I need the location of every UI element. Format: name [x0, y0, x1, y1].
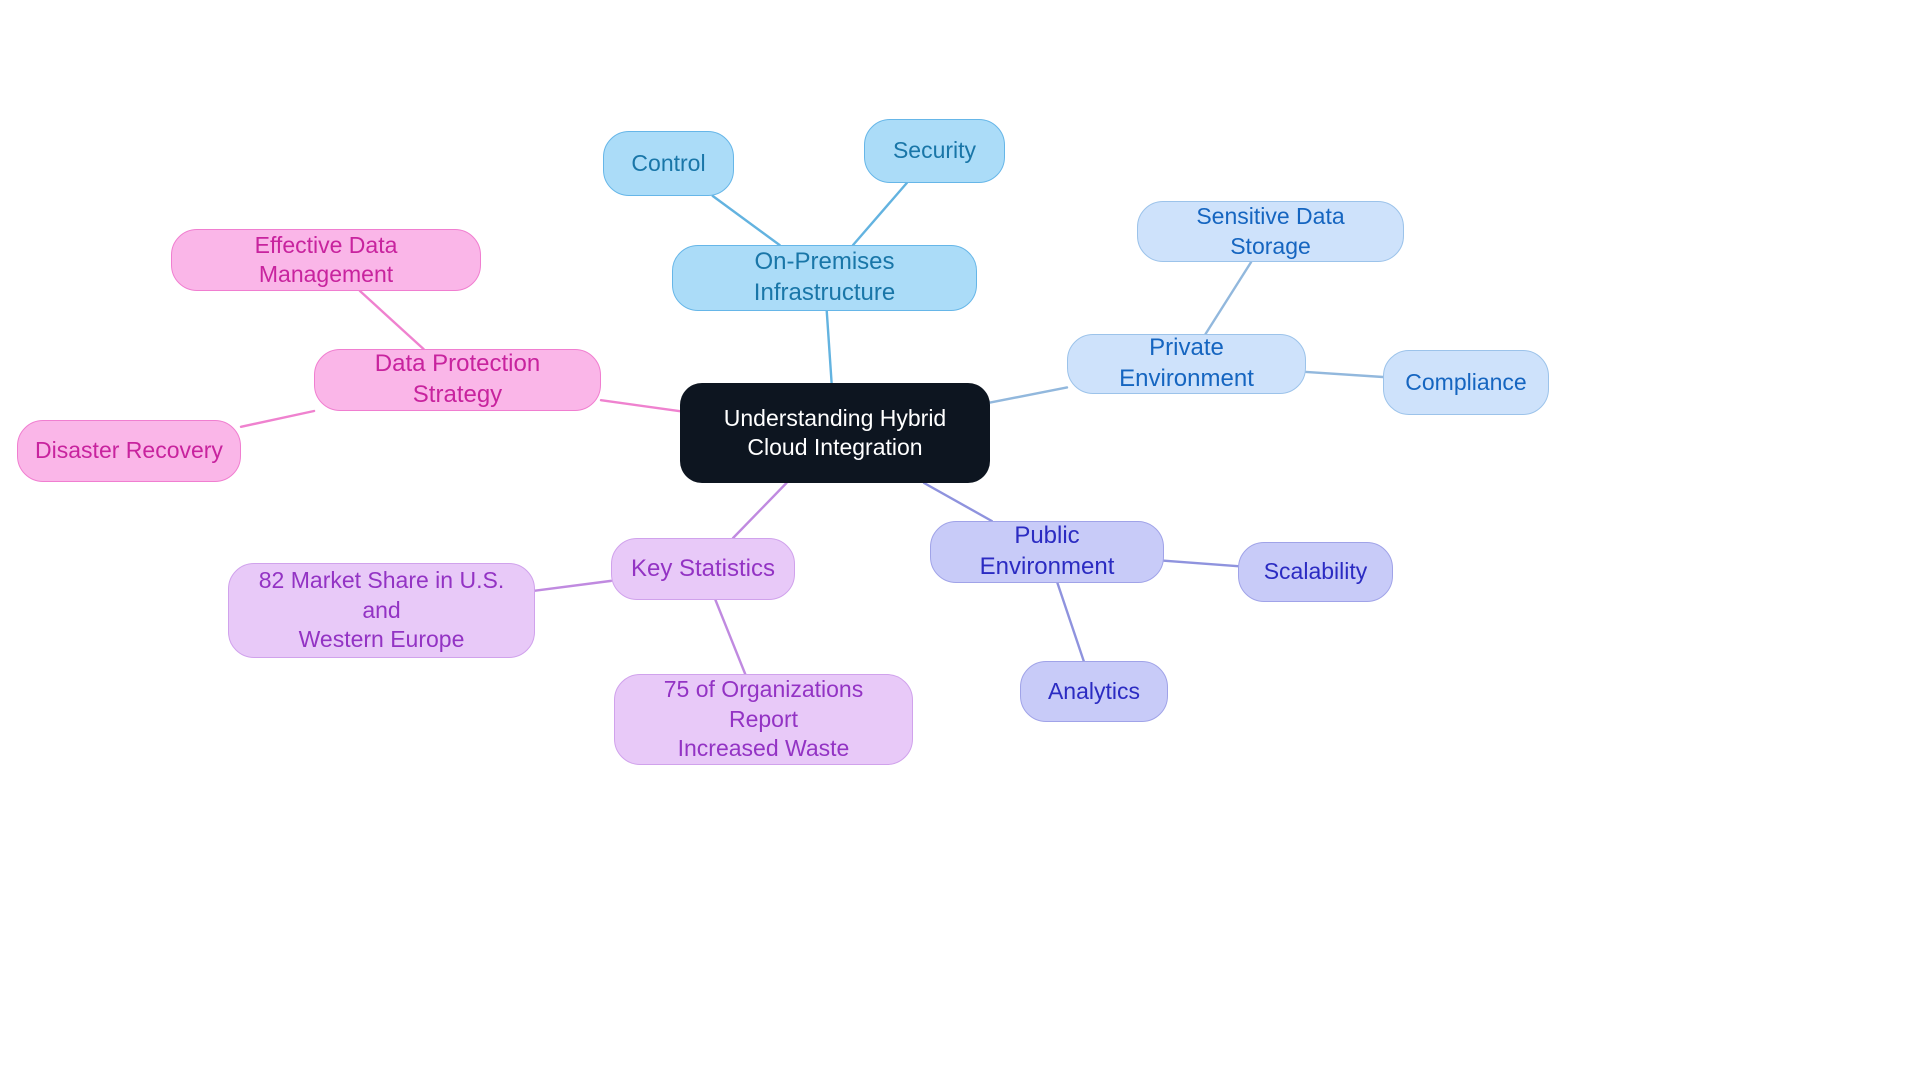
- mindmap-node-key-statistics[interactable]: Key Statistics: [611, 538, 795, 600]
- mindmap-node-label: Data Protection Strategy: [374, 350, 541, 408]
- mindmap-node-label: On-Premises Infrastructure: [753, 248, 896, 306]
- mindmap-node-label: Key Statistics: [630, 554, 776, 582]
- mindmap-edge: [731, 481, 788, 540]
- mindmap-edge: [711, 194, 781, 247]
- mindmap-node-label: 82 Market Share in U.S. and Western Euro…: [258, 567, 505, 653]
- mindmap-node-label: Public Environment: [979, 522, 1115, 580]
- mindmap-edge: [922, 481, 993, 523]
- mindmap-node-public-environment[interactable]: Public Environment: [930, 521, 1164, 583]
- mindmap-node-label: Analytics: [1047, 677, 1141, 704]
- mindmap-node-root[interactable]: Understanding Hybrid Cloud Integration: [680, 383, 990, 483]
- mindmap-node-sensitive-data-storage[interactable]: Sensitive Data Storage: [1137, 201, 1404, 262]
- mindmap-node-market-share[interactable]: 82 Market Share in U.S. and Western Euro…: [228, 563, 535, 658]
- mindmap-node-analytics[interactable]: Analytics: [1020, 661, 1168, 722]
- mindmap-edge: [358, 289, 425, 351]
- mindmap-edge: [599, 398, 682, 413]
- mindmap-node-security[interactable]: Security: [864, 119, 1005, 183]
- mindmap-node-label: Effective Data Management: [254, 231, 398, 287]
- mindmap-node-label: Sensitive Data Storage: [1196, 203, 1345, 259]
- mindmap-node-scalability[interactable]: Scalability: [1238, 542, 1393, 602]
- mindmap-node-label: Security: [892, 137, 977, 164]
- mindmap-node-label: Scalability: [1263, 558, 1368, 585]
- mindmap-node-on-premises-infrastructure[interactable]: On-Premises Infrastructure: [672, 245, 977, 311]
- mindmap-edge: [1204, 260, 1253, 336]
- mindmap-edge: [239, 409, 316, 428]
- mindmap-edge: [1162, 559, 1240, 568]
- mindmap-edge: [1056, 581, 1085, 663]
- mindmap-node-disaster-recovery[interactable]: Disaster Recovery: [17, 420, 241, 482]
- mindmap-node-increased-waste[interactable]: 75 of Organizations Report Increased Was…: [614, 674, 913, 765]
- mindmap-edge: [988, 386, 1069, 404]
- mindmap-edge: [851, 181, 908, 247]
- mindmap-edge: [533, 579, 613, 592]
- mindmap-node-label: Disaster Recovery: [35, 437, 223, 464]
- mindmap-node-label: Compliance: [1405, 368, 1527, 395]
- mindmap-node-effective-data-management[interactable]: Effective Data Management: [171, 229, 481, 291]
- mindmap-node-label: Private Environment: [1119, 334, 1254, 392]
- mindmap-node-control[interactable]: Control: [603, 131, 734, 196]
- mindmap-canvas: Understanding Hybrid Cloud Integration On…: [0, 0, 1920, 1083]
- mindmap-node-label: 75 of Organizations Report Increased Was…: [663, 676, 864, 762]
- mindmap-node-data-protection-strategy[interactable]: Data Protection Strategy: [314, 349, 601, 411]
- mindmap-node-label: Understanding Hybrid Cloud Integration: [723, 404, 947, 460]
- mindmap-edge: [825, 309, 833, 385]
- mindmap-node-private-environment[interactable]: Private Environment: [1067, 334, 1306, 394]
- mindmap-edge: [714, 598, 747, 676]
- mindmap-edge: [1304, 370, 1385, 379]
- mindmap-node-compliance[interactable]: Compliance: [1383, 350, 1549, 415]
- mindmap-node-label: Control: [631, 149, 706, 176]
